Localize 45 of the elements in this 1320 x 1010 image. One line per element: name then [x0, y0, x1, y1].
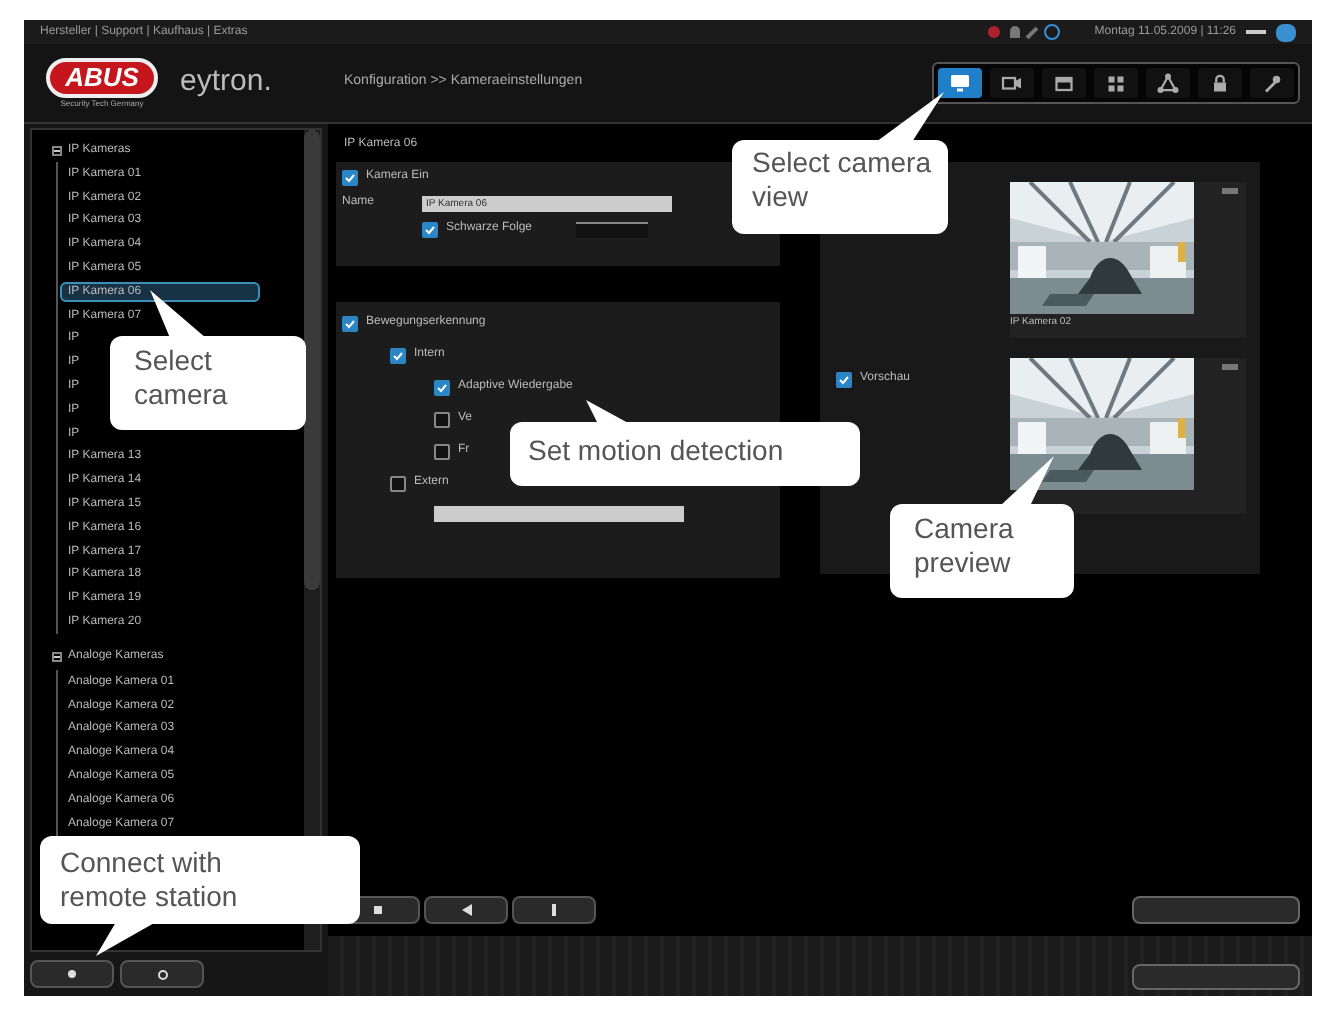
box-icon [1052, 71, 1076, 95]
view-tab[interactable] [1094, 68, 1138, 98]
lock-icon [1208, 71, 1232, 95]
power-icon [157, 969, 167, 979]
monitor-icon [948, 71, 972, 95]
view-tab[interactable] [1250, 68, 1294, 98]
view-tab[interactable] [1198, 68, 1242, 98]
checkbox[interactable] [422, 221, 438, 237]
text-field[interactable] [434, 506, 684, 522]
callout-tooltip: Connect with remote station [40, 836, 360, 956]
checkbox[interactable] [434, 443, 450, 459]
view-tab[interactable] [990, 68, 1034, 98]
wrench-icon [1260, 71, 1284, 95]
checkbox[interactable] [342, 315, 358, 331]
callout-tooltip: Camera preview [890, 456, 1074, 598]
arrow-icon [461, 904, 471, 916]
view-tab[interactable] [938, 68, 982, 98]
camera-icon [1000, 71, 1024, 95]
disconnect-button[interactable] [120, 960, 204, 988]
stop-icon [374, 906, 382, 914]
back-button[interactable] [424, 896, 508, 924]
callout-tooltip: Select camera view [732, 92, 948, 234]
checkbox[interactable] [836, 371, 852, 387]
alert-icon[interactable] [988, 26, 1001, 38]
product-name: eytron. [180, 62, 274, 103]
expand-toggle[interactable] [52, 652, 62, 663]
brand-logo: ABUS [45, 58, 159, 98]
globe-icon[interactable] [1044, 24, 1061, 40]
expand-toggle[interactable] [52, 145, 62, 155]
scrollbar-thumb[interactable] [304, 130, 320, 590]
view-tab[interactable] [1042, 68, 1086, 98]
action-button[interactable] [1132, 896, 1300, 924]
action-button[interactable] [1132, 964, 1300, 990]
network-icon [1156, 71, 1180, 95]
checkbox[interactable] [434, 411, 450, 427]
small-button[interactable] [576, 221, 649, 237]
connect-button[interactable] [30, 960, 114, 988]
grid-icon [1104, 71, 1128, 95]
view-tab[interactable] [1146, 68, 1190, 98]
checkbox[interactable] [342, 169, 358, 185]
pause-button[interactable] [512, 896, 596, 924]
checkbox[interactable] [390, 475, 406, 491]
checkbox[interactable] [390, 347, 406, 363]
callout-tooltip: Set motion detection [510, 400, 860, 486]
checkbox[interactable] [434, 379, 450, 395]
